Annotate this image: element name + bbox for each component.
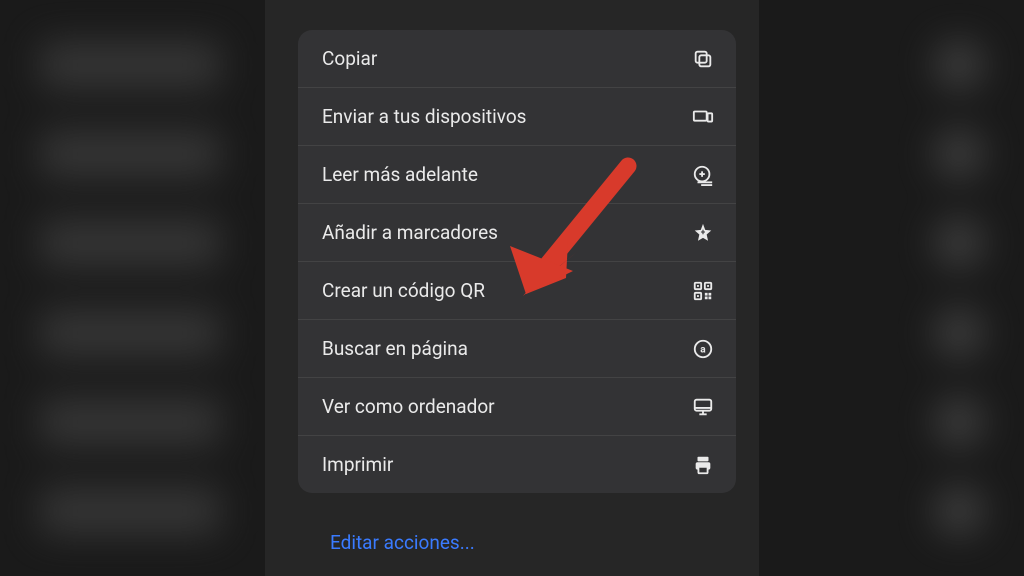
menu-item-find-in-page[interactable]: Buscar en página a <box>298 320 736 378</box>
svg-text:+: + <box>701 227 706 237</box>
desktop-icon <box>692 396 714 418</box>
menu-item-send-devices[interactable]: Enviar a tus dispositivos <box>298 88 736 146</box>
star-add-icon: + <box>692 222 714 244</box>
menu-item-desktop-site[interactable]: Ver como ordenador <box>298 378 736 436</box>
edit-actions-label: Editar acciones... <box>330 531 475 554</box>
menu-item-label: Copiar <box>322 47 377 70</box>
menu-item-print[interactable]: Imprimir <box>298 436 736 493</box>
menu-item-read-later[interactable]: Leer más adelante <box>298 146 736 204</box>
menu-item-label: Buscar en página <box>322 337 468 360</box>
menu-item-label: Ver como ordenador <box>322 395 495 418</box>
print-icon <box>692 454 714 476</box>
read-later-icon <box>692 164 714 186</box>
menu-item-label: Enviar a tus dispositivos <box>322 105 526 128</box>
svg-text:a: a <box>700 344 706 355</box>
menu-item-copy[interactable]: Copiar <box>298 30 736 88</box>
menu-item-label: Imprimir <box>322 453 393 476</box>
menu-item-label: Añadir a marcadores <box>322 221 498 244</box>
search-page-icon: a <box>692 338 714 360</box>
qr-icon <box>692 280 714 302</box>
edit-actions-link[interactable]: Editar acciones... <box>330 531 475 554</box>
context-menu: Copiar Enviar a tus dispositivos Leer má… <box>298 30 736 493</box>
copy-icon <box>692 48 714 70</box>
menu-item-label: Crear un código QR <box>322 279 485 302</box>
menu-item-label: Leer más adelante <box>322 163 478 186</box>
menu-item-qr-code[interactable]: Crear un código QR <box>298 262 736 320</box>
menu-item-bookmark[interactable]: Añadir a marcadores + <box>298 204 736 262</box>
devices-icon <box>692 106 714 128</box>
